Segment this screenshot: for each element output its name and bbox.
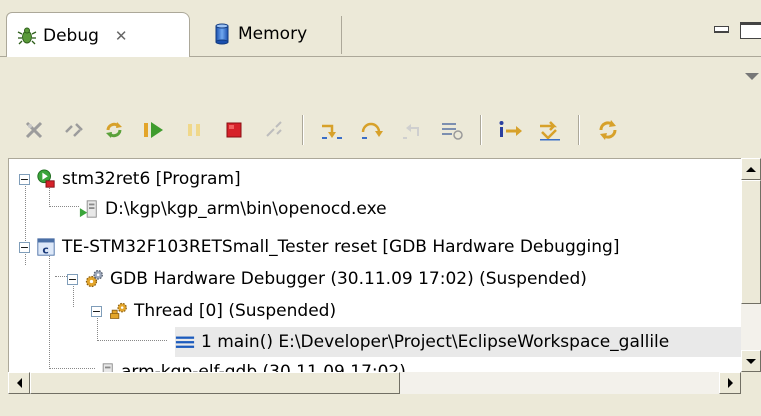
close-icon[interactable]: ✕: [115, 27, 128, 45]
maximize-button[interactable]: [740, 22, 761, 39]
resume-icon[interactable]: [140, 116, 168, 144]
debug-toolbar: [20, 112, 622, 148]
tree-row-launch[interactable]: − stm32ret6 [Program]: [19, 164, 241, 194]
tree-row-label: TE-STM32F103RETSmall_Tester reset [GDB H…: [62, 237, 620, 257]
debugger-gears-icon: [84, 269, 104, 289]
tab-memory[interactable]: Memory: [200, 12, 342, 56]
instruction-stepping-icon[interactable]: [496, 116, 524, 144]
drop-to-frame-icon[interactable]: [438, 116, 466, 144]
tree-row-process[interactable]: D:\kgp\kgp_arm\bin\openocd.exe: [79, 194, 387, 224]
c-launch-icon: c: [36, 237, 56, 257]
disconnect-all-icon[interactable]: [60, 116, 88, 144]
tree-row-launch-config[interactable]: − c TE-STM32F103RETSmall_Tester reset [G…: [19, 232, 619, 262]
tree-connector: [49, 368, 95, 369]
scroll-left-button[interactable]: [8, 372, 30, 394]
debug-bug-icon: [17, 26, 37, 46]
collapse-toggle[interactable]: −: [67, 273, 78, 285]
launch-tree: − stm32ret6 [Program] D:\kgp\kgp_arm\bin…: [8, 158, 742, 373]
collapse-toggle[interactable]: −: [19, 173, 30, 185]
scroll-right-button[interactable]: [719, 372, 741, 394]
relaunch-icon[interactable]: [100, 116, 128, 144]
view-menu-chevron-down-icon[interactable]: [745, 73, 759, 80]
view-tab-bar: Debug ✕ Memory: [0, 0, 761, 58]
tab-debug[interactable]: Debug ✕: [6, 12, 190, 58]
tree-connector: [49, 206, 79, 207]
tree-row-gdb-process[interactable]: arm-kgp-elf-gdb (30.11.09 17:02): [95, 357, 406, 373]
tree-row-label: D:\kgp\kgp_arm\bin\openocd.exe: [105, 199, 387, 219]
remove-terminated-icon[interactable]: [20, 116, 48, 144]
debug-view: Debug ✕ Memory − stm32ret6 [Program] D:\…: [0, 0, 761, 416]
view-bottom-edge: [0, 394, 761, 416]
collapse-toggle[interactable]: −: [19, 241, 30, 253]
scroll-down-button[interactable]: [741, 350, 761, 372]
disconnect-icon[interactable]: [260, 116, 288, 144]
step-into-icon[interactable]: [318, 116, 346, 144]
vertical-scroll-thumb[interactable]: [741, 180, 761, 304]
step-return-icon[interactable]: [398, 116, 426, 144]
process-icon: [79, 199, 99, 219]
tree-row-stack-frame[interactable]: 1 main() E:\Developer\Project\EclipseWor…: [175, 327, 742, 357]
toolbar-separator: [480, 115, 482, 145]
minimize-button[interactable]: [714, 26, 729, 33]
thread-suspended-icon: [108, 301, 128, 321]
tree-connector: [49, 249, 50, 369]
svg-text:c: c: [42, 243, 48, 256]
stack-frame-icon: [175, 332, 195, 352]
scrollbar-corner: [741, 372, 761, 394]
tab-memory-label: Memory: [238, 24, 308, 44]
tree-row-debugger[interactable]: − GDB Hardware Debugger (30.11.09 17:02)…: [67, 264, 587, 294]
program-launch-icon: [36, 169, 56, 189]
view-menu-row: [0, 57, 761, 99]
terminate-icon[interactable]: [220, 116, 248, 144]
tab-debug-label: Debug: [43, 25, 99, 46]
tree-row-label: stm32ret6 [Program]: [62, 169, 241, 189]
memory-cylinder-icon: [212, 23, 232, 45]
toolbar-separator: [578, 115, 580, 145]
collapse-toggle[interactable]: −: [91, 305, 102, 317]
scroll-up-button[interactable]: [741, 158, 761, 180]
refresh-icon[interactable]: [594, 116, 622, 144]
step-over-icon[interactable]: [358, 116, 386, 144]
tree-connector: [97, 340, 167, 341]
vertical-scrollbar[interactable]: [741, 158, 761, 372]
tree-row-thread[interactable]: − Thread [0] (Suspended): [91, 296, 336, 326]
tree-row-label: 1 main() E:\Developer\Project\EclipseWor…: [201, 332, 670, 352]
horizontal-scrollbar[interactable]: [8, 372, 741, 394]
tree-row-label: GDB Hardware Debugger (30.11.09 17:02) (…: [110, 269, 587, 289]
use-step-filters-icon[interactable]: [536, 116, 564, 144]
toolbar-separator: [302, 115, 304, 145]
suspend-icon[interactable]: [180, 116, 208, 144]
tree-row-label: Thread [0] (Suspended): [134, 301, 337, 321]
horizontal-scroll-thumb[interactable]: [30, 372, 400, 394]
